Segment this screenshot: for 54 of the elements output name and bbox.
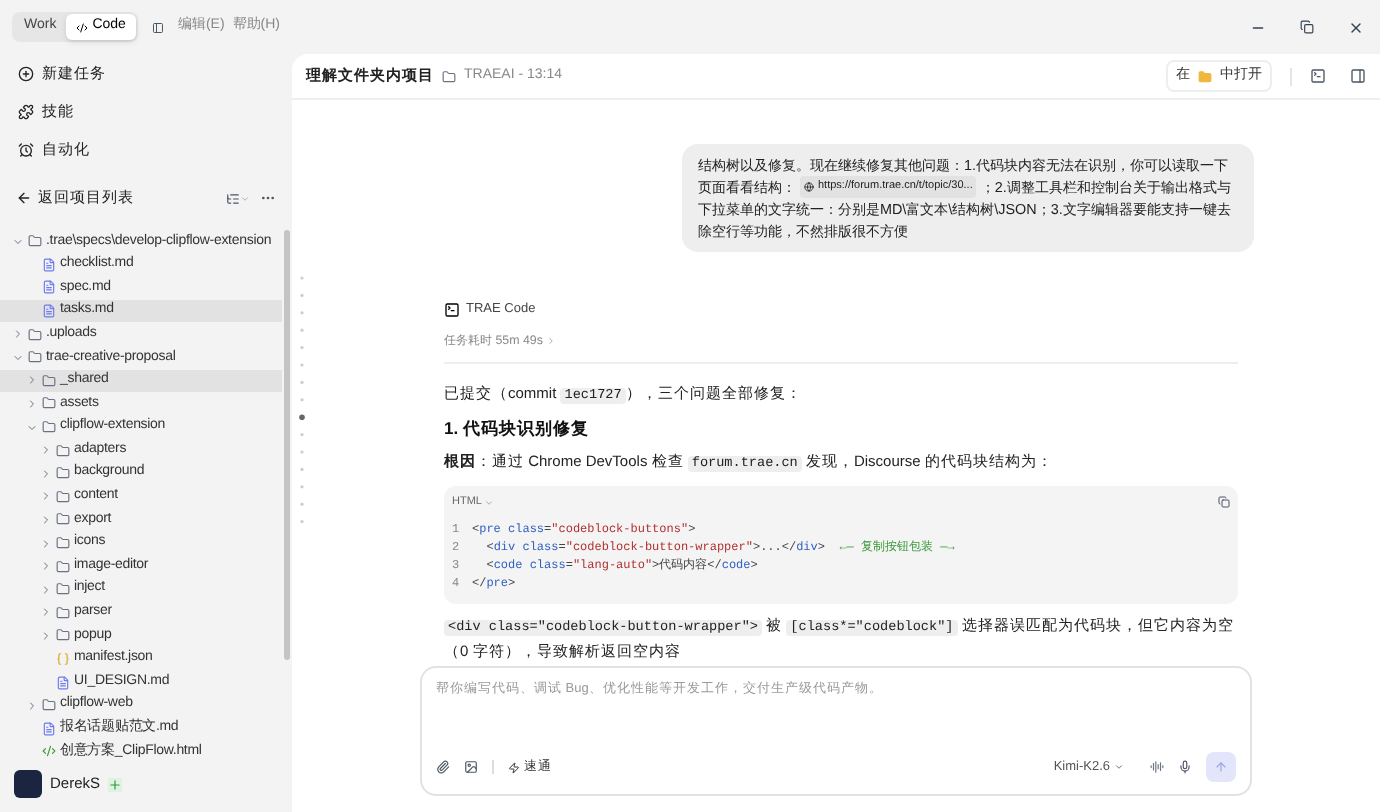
spark-icon — [508, 761, 520, 773]
puzzle-icon — [18, 103, 34, 119]
folder-icon — [442, 69, 456, 83]
code-icon — [42, 744, 56, 759]
terminal-icon[interactable] — [1310, 68, 1326, 84]
folder-icon — [56, 443, 70, 458]
caret-icon — [240, 193, 250, 203]
caret-icon — [26, 699, 38, 712]
folder-icon — [28, 234, 42, 249]
document-icon — [42, 280, 56, 295]
folder-icon — [56, 628, 70, 643]
panel-icon[interactable] — [1350, 68, 1366, 84]
list-view-icon[interactable] — [226, 191, 240, 205]
folder-icon — [56, 489, 70, 504]
sidebar-icon[interactable] — [151, 19, 164, 35]
arrow-up-icon — [1214, 760, 1228, 774]
folder-icon — [42, 420, 56, 435]
folder-icon — [28, 350, 42, 365]
copy-icon[interactable] — [1218, 496, 1230, 509]
globe-icon — [804, 182, 814, 192]
caret-icon — [1114, 762, 1124, 772]
folder-icon — [56, 466, 70, 481]
avatar — [14, 770, 42, 798]
document-icon — [42, 257, 56, 272]
close-icon[interactable] — [1348, 19, 1364, 35]
folder-icon — [56, 559, 70, 574]
chevron-icon — [546, 335, 557, 346]
document-icon — [42, 304, 56, 319]
caret-icon — [483, 497, 494, 508]
caret-icon — [12, 235, 24, 248]
attach-icon[interactable] — [436, 760, 450, 774]
restore-icon[interactable] — [1300, 20, 1314, 34]
folder-icon — [56, 582, 70, 597]
voice-wave-icon[interactable] — [1150, 760, 1164, 774]
alarm-clock-icon — [18, 141, 34, 157]
folder-icon — [42, 373, 56, 388]
folder-icon — [56, 605, 70, 620]
image-icon[interactable] — [464, 760, 478, 774]
folder-icon — [42, 396, 56, 411]
folder-icon — [56, 536, 70, 551]
braces-icon — [56, 651, 70, 666]
folder-icon — [1198, 69, 1212, 83]
plus-circle-icon — [18, 65, 34, 81]
document-icon — [42, 721, 56, 736]
code-icon — [76, 21, 89, 33]
agent-icon — [444, 301, 460, 318]
mic-icon[interactable] — [1178, 760, 1192, 774]
folder-icon — [28, 327, 42, 342]
arrow-left-icon — [16, 190, 32, 206]
section-heading: 1. 代码块识别修复 — [444, 418, 591, 441]
scrollbar[interactable] — [284, 230, 290, 660]
folder-icon — [56, 512, 70, 527]
folder-icon — [42, 698, 56, 713]
document-icon — [56, 675, 70, 690]
